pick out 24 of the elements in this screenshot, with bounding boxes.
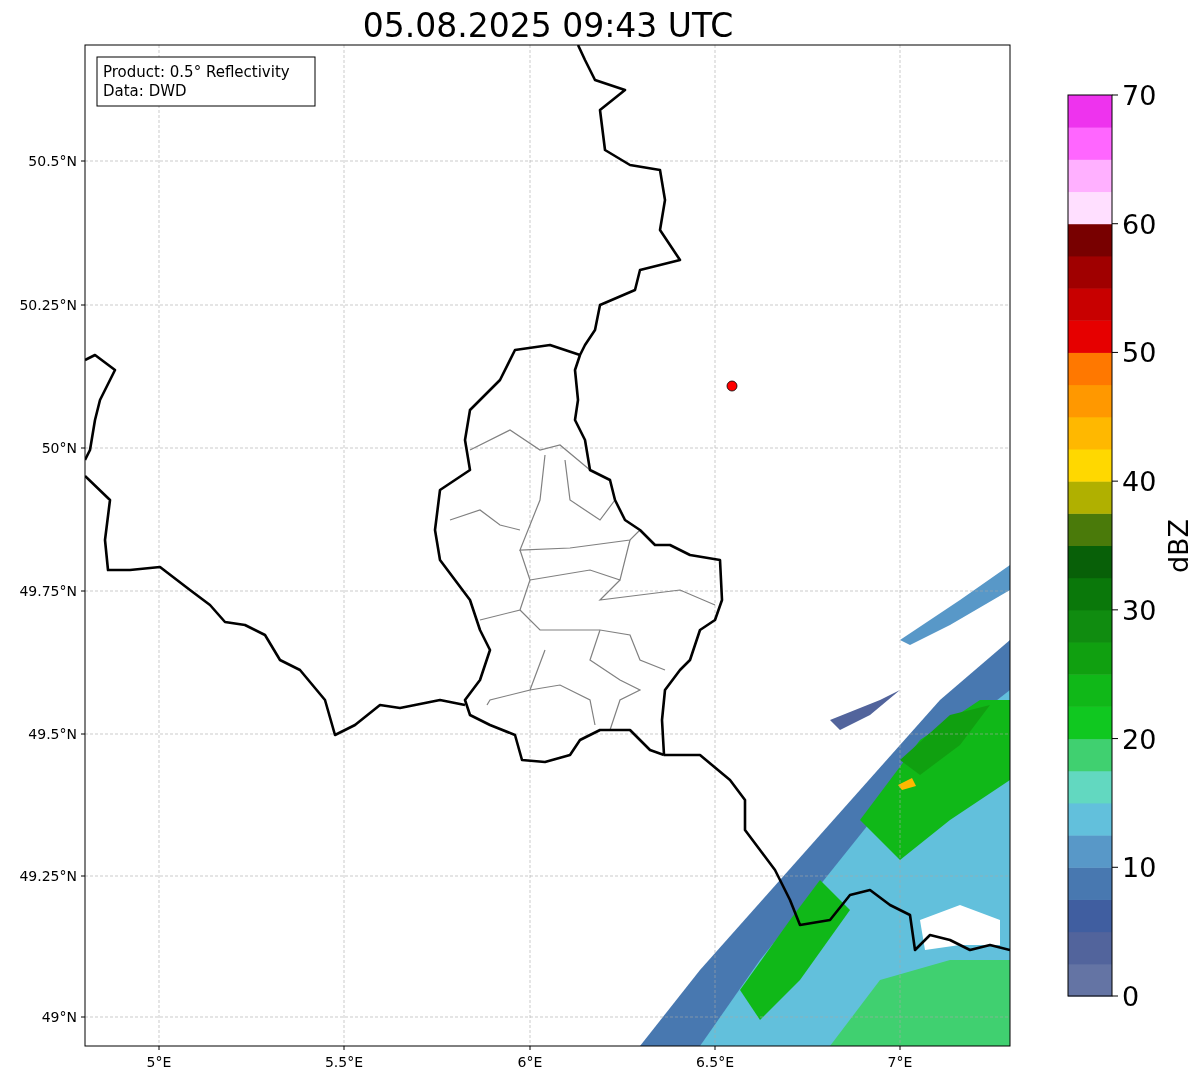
tick-label: 50°N [41, 440, 77, 456]
tick-label: 49.5°N [28, 726, 77, 742]
tick-label: 49.25°N [19, 868, 77, 884]
tick-label: 6°E [517, 1054, 543, 1070]
info-text: Product: 0.5° Reflectivity [103, 63, 290, 81]
chart-title: 05.08.2025 09:43 UTC [362, 6, 734, 45]
tick-label: 70 [1122, 80, 1157, 111]
tick-label: 60 [1122, 208, 1157, 240]
info-text: Data: DWD [103, 82, 187, 100]
tick-label: 50.25°N [19, 297, 77, 313]
tick-label: 5.5°E [324, 1054, 364, 1070]
tick-label: 0 [1122, 981, 1140, 1012]
tick-label: 30 [1122, 594, 1157, 626]
tick-label: 5°E [146, 1054, 172, 1070]
tick-label: 7°E [887, 1054, 913, 1070]
tick-label: 20 [1122, 723, 1157, 755]
axis-label: dBZ [1163, 518, 1194, 574]
tick-label: 49°N [41, 1009, 77, 1025]
tick-label: 6.5°E [695, 1054, 735, 1070]
tick-label: 49.75°N [19, 583, 77, 599]
tick-label: 40 [1122, 466, 1157, 498]
tick-label: 50.5°N [28, 153, 77, 169]
tick-label: 10 [1122, 852, 1157, 884]
tick-label: 50 [1122, 337, 1157, 369]
